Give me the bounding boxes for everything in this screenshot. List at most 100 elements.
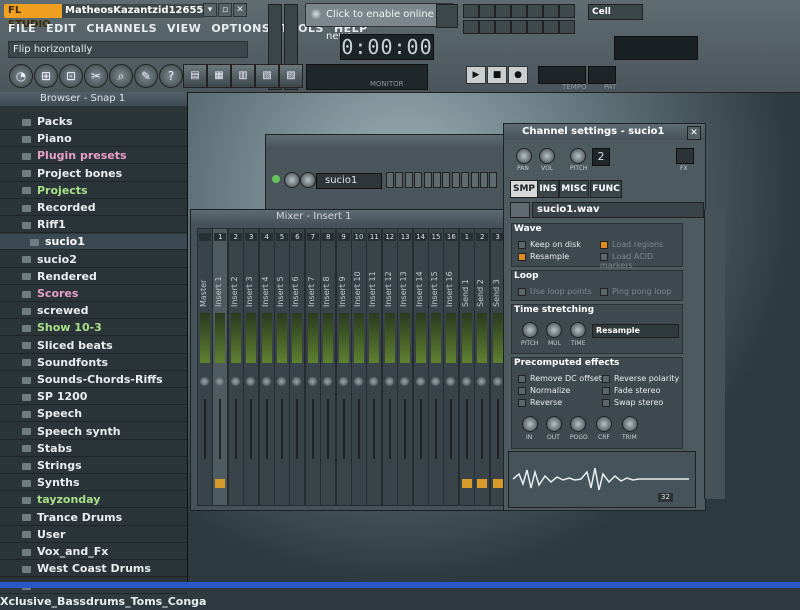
strip-pan-knob[interactable] <box>292 377 302 386</box>
close-icon[interactable]: ✕ <box>687 126 701 140</box>
mixer-strip[interactable]: 3 Insert 3 <box>243 228 260 506</box>
channel-rack-titlebar[interactable] <box>266 135 504 149</box>
strip-pan-knob[interactable] <box>431 377 440 386</box>
strip-volume-fader[interactable] <box>342 399 345 459</box>
strip-pan-knob[interactable] <box>384 377 394 386</box>
browser-item[interactable]: Sliced beats <box>0 338 187 354</box>
strip-volume-fader[interactable] <box>311 399 314 459</box>
load-regions-option[interactable]: Load regions <box>600 240 663 249</box>
strip-pan-knob[interactable] <box>477 377 487 386</box>
strip-pan-knob[interactable] <box>261 377 271 386</box>
resample-option[interactable]: Resample <box>518 252 569 261</box>
strip-volume-fader[interactable] <box>327 399 330 459</box>
mixer-strip[interactable]: 12 Insert 12 <box>381 228 398 506</box>
mixer-strip[interactable]: 13 Insert 13 <box>397 228 414 506</box>
wait-icon[interactable] <box>495 20 511 34</box>
snap-icon[interactable] <box>463 4 479 18</box>
send-arrow-icon[interactable] <box>477 479 488 488</box>
browser-item[interactable]: Piano <box>0 131 187 148</box>
minimize-button[interactable]: ▾ <box>203 3 217 17</box>
mixer-strip[interactable]: 8 Insert 8 <box>320 228 337 506</box>
in-knob[interactable] <box>522 416 538 432</box>
strip-volume-fader[interactable] <box>296 399 299 459</box>
remove-dc-offset-option[interactable]: Remove DC offset <box>518 374 602 383</box>
piano-icon[interactable] <box>511 20 527 34</box>
browser-item[interactable]: Speech synth <box>0 424 187 440</box>
step-button[interactable] <box>414 172 423 188</box>
strip-volume-fader[interactable] <box>234 399 237 459</box>
normalize-option[interactable]: Normalize <box>518 386 570 395</box>
online-news-bar[interactable]: Click to enable online news <box>305 3 454 42</box>
keep-on-disk-option[interactable]: Keep on disk <box>518 240 581 249</box>
browser-item[interactable]: sucio1 <box>0 234 187 251</box>
fx-icon[interactable] <box>676 148 694 164</box>
mixer-strip[interactable]: 6 Insert 6 <box>289 228 306 506</box>
mixer-strip[interactable]: 1 Insert 1 <box>212 228 229 506</box>
menu-options[interactable]: OPTIONS <box>211 22 270 38</box>
help-icon[interactable]: ? <box>159 64 183 88</box>
news-scroll-icon[interactable] <box>436 4 458 28</box>
steps-icon[interactable] <box>527 4 543 18</box>
channel-pan-knob[interactable] <box>284 172 300 188</box>
mixer-strip[interactable]: Master <box>197 228 213 506</box>
browser-item[interactable]: West Coast Drums <box>0 561 187 578</box>
crf-knob[interactable] <box>596 416 612 432</box>
pogo-knob[interactable] <box>570 416 586 432</box>
strip-volume-fader[interactable] <box>358 399 360 459</box>
browser-item[interactable]: SP 1200 <box>0 389 187 406</box>
step-button[interactable] <box>451 172 460 188</box>
channel-volume-knob[interactable] <box>300 172 316 188</box>
browser-item[interactable]: Rendered <box>0 269 187 285</box>
strip-pan-knob[interactable] <box>415 377 425 386</box>
menu-channels[interactable]: CHANNELS <box>86 22 157 38</box>
strip-pan-knob[interactable] <box>354 377 363 386</box>
settings-icon[interactable]: ✎ <box>134 64 158 88</box>
strip-pan-knob[interactable] <box>492 377 502 386</box>
browser-item[interactable]: User <box>0 527 187 543</box>
record-icon[interactable] <box>559 20 575 34</box>
strip-pan-knob[interactable] <box>230 377 240 386</box>
record-button[interactable]: ● <box>508 66 528 84</box>
mixer-strip[interactable]: 11 Insert 11 <box>366 228 383 506</box>
browser-item[interactable]: screwed <box>0 303 187 320</box>
strip-volume-fader[interactable] <box>265 399 268 459</box>
step-button[interactable] <box>386 172 394 188</box>
strip-pan-knob[interactable] <box>400 377 410 386</box>
browser-item[interactable]: Stabs <box>0 441 187 457</box>
channel-button-sucio1[interactable]: sucio1 <box>316 173 382 189</box>
strip-volume-fader[interactable] <box>204 399 206 459</box>
strip-pan-knob[interactable] <box>461 377 471 386</box>
strip-volume-fader[interactable] <box>419 399 422 459</box>
browser-item[interactable]: Recorded <box>0 200 187 216</box>
stretch-mul-knob[interactable] <box>546 322 562 338</box>
strip-pan-knob[interactable] <box>277 377 286 386</box>
step-button[interactable] <box>480 172 488 188</box>
browser-item[interactable]: Sounds-Chords-Riffs <box>0 372 187 388</box>
strip-pan-knob[interactable] <box>323 377 333 386</box>
stretch-mode-select[interactable]: Resample <box>592 324 679 338</box>
step-button[interactable] <box>423 172 432 188</box>
step-button[interactable] <box>395 172 404 188</box>
strip-volume-fader[interactable] <box>388 399 391 459</box>
browser-item[interactable]: Show 10-3 <box>0 320 187 337</box>
use-loop-points-option[interactable]: Use loop points <box>518 287 592 296</box>
send-arrow-icon[interactable] <box>461 479 472 488</box>
out-knob[interactable] <box>546 416 562 432</box>
strip-volume-fader[interactable] <box>250 399 253 459</box>
tab-smp[interactable]: SMP <box>510 180 538 198</box>
browser-item[interactable]: Strings <box>0 458 187 474</box>
strip-pan-knob[interactable] <box>307 377 317 386</box>
pitch-range-display[interactable]: 2 <box>592 148 610 166</box>
typing-keyboard-icon[interactable] <box>559 4 575 18</box>
strip-volume-fader[interactable] <box>219 399 222 459</box>
browser-item[interactable]: Vox_and_Fx <box>0 544 187 560</box>
mixer-strip[interactable]: 7 Insert 7 <box>304 228 321 506</box>
stretch-pitch-knob[interactable] <box>522 322 538 338</box>
song-time-display[interactable]: 0:00:00 <box>340 34 434 60</box>
browser-item[interactable]: sucio2 <box>0 252 187 268</box>
restore-button[interactable]: ▫ <box>218 3 232 17</box>
menu-edit[interactable]: EDIT <box>46 22 76 38</box>
step-sequencer-icon[interactable]: ▦ <box>207 64 231 88</box>
browser-item[interactable]: Plugin presets <box>0 148 187 165</box>
tempo-display[interactable] <box>538 66 586 84</box>
